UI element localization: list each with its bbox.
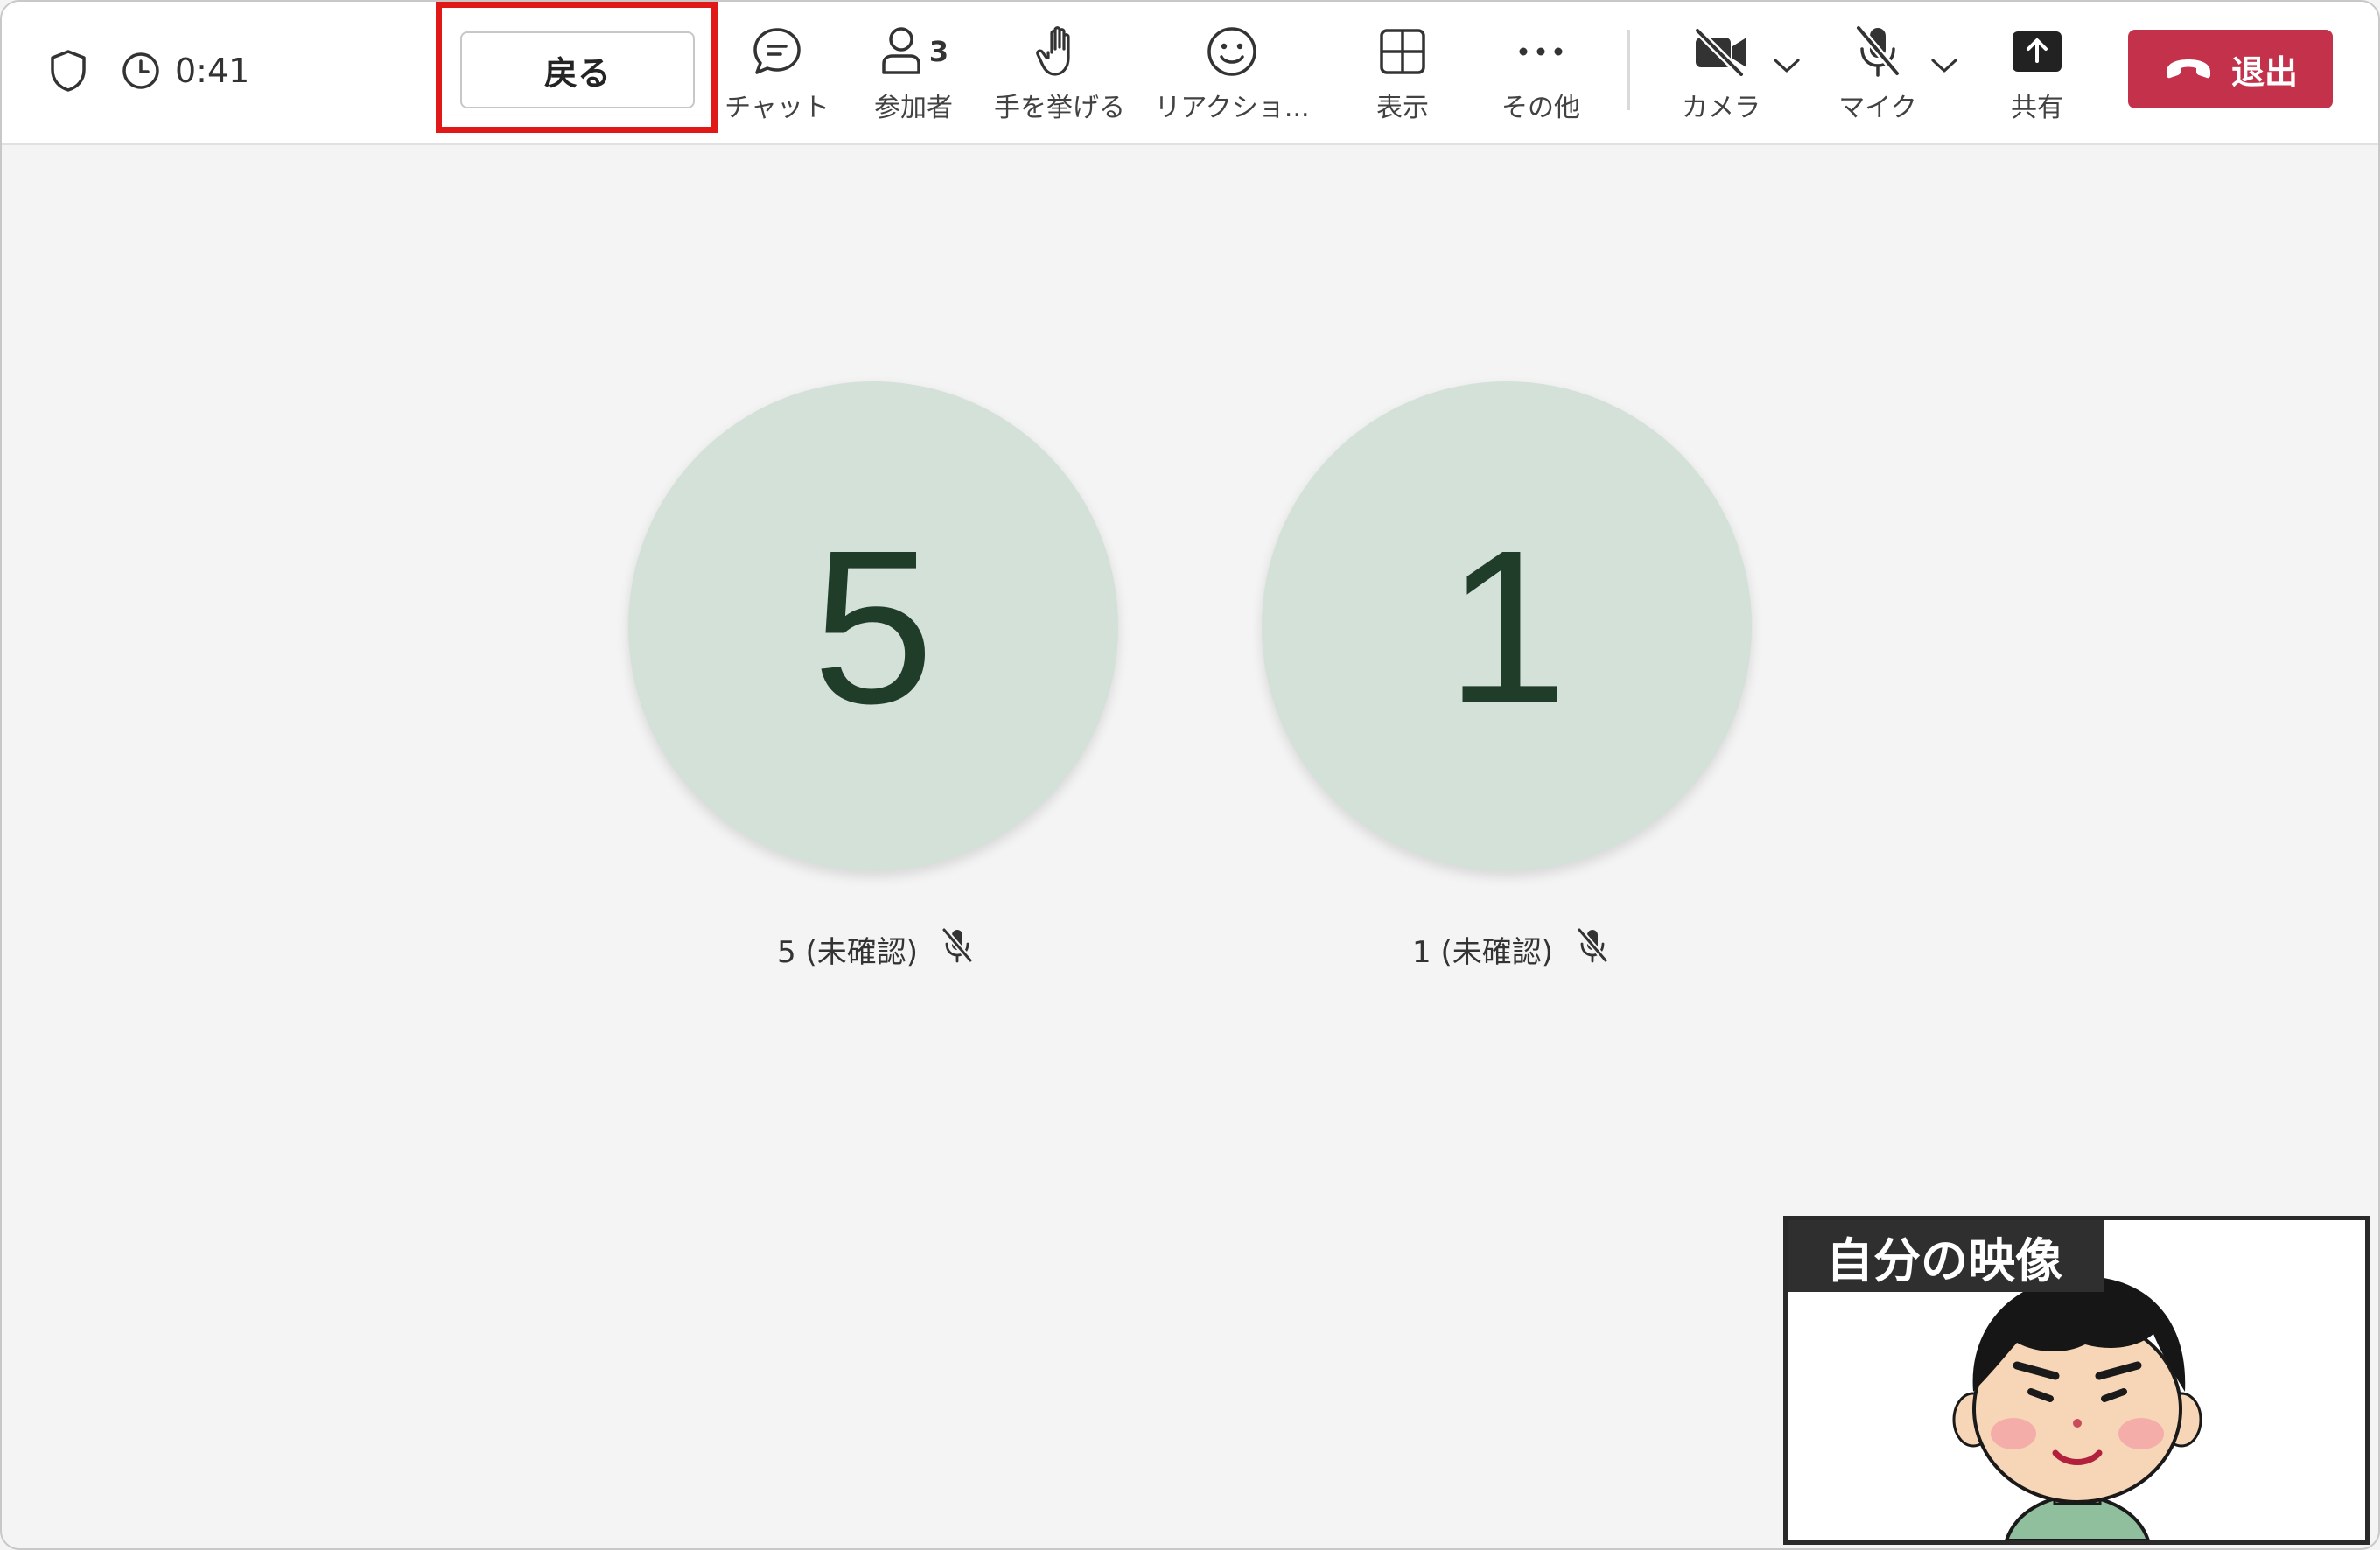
more-icon [1516, 21, 1565, 82]
view-button[interactable]: 表示 [1363, 21, 1442, 126]
participant-initial: 1 [1446, 504, 1568, 749]
mic-label: マイク [1838, 93, 1917, 123]
reactions-button[interactable]: リアクショ... [1153, 21, 1311, 126]
shield-icon[interactable] [49, 49, 88, 93]
leave-button[interactable]: 退出 [2128, 30, 2333, 108]
participant-name-tag: 1 (未確認) [1412, 926, 1609, 972]
mic-button[interactable]: マイク [1832, 21, 1923, 126]
camera-label: カメラ [1682, 93, 1760, 123]
people-icon [878, 24, 924, 80]
chat-label: チャット [724, 93, 830, 123]
camera-options-chevron-down-icon[interactable] [1773, 56, 1801, 79]
self-view-label: 自分の映像 [1788, 1220, 2104, 1292]
chat-button[interactable]: チャット [724, 21, 830, 126]
mic-off-icon [1553, 926, 1609, 972]
chat-icon [750, 21, 804, 82]
camera-button[interactable]: カメラ [1673, 21, 1769, 126]
share-button[interactable]: 共有 [1995, 21, 2079, 126]
participants-button[interactable]: 3 参加者 [868, 21, 959, 126]
grid-icon [1378, 21, 1427, 82]
participant-name: 5 (未確認) [777, 934, 918, 970]
hand-icon [1034, 21, 1085, 82]
meeting-toolbar: 0:41 戻る チャット 3 参加者 手を挙げる リアクショ... 表示 その他… [2, 2, 2378, 145]
participants-count: 3 [928, 35, 949, 68]
more-label: その他 [1502, 93, 1580, 123]
participants-icon-wrap: 3 [878, 21, 948, 82]
emoji-icon [1206, 21, 1258, 82]
self-view-panel[interactable]: 自分の映像 [1783, 1216, 2370, 1545]
mic-off-icon [1853, 21, 1902, 82]
mic-options-chevron-down-icon[interactable] [1930, 56, 1958, 79]
meeting-window: 0:41 戻る チャット 3 参加者 手を挙げる リアクショ... 表示 その他… [0, 0, 2380, 1550]
participant-name-tag: 5 (未確認) [777, 926, 974, 972]
back-button[interactable]: 戻る [460, 31, 695, 108]
participant-avatar[interactable]: 5 [628, 381, 1118, 871]
reactions-label: リアクショ... [1154, 93, 1310, 123]
leave-label: 退出 [2230, 52, 2298, 92]
toolbar-divider [1628, 30, 1630, 110]
camera-off-icon [1692, 21, 1750, 82]
meeting-timer: 0:41 [175, 52, 250, 90]
meeting-info: 0:41 [49, 49, 249, 93]
view-label: 表示 [1376, 93, 1429, 123]
participant-initial: 5 [812, 504, 934, 749]
raise-hand-button[interactable]: 手を挙げる [994, 21, 1125, 126]
clock-icon [121, 51, 161, 91]
hangup-icon [2163, 50, 2214, 88]
participants-label: 参加者 [874, 93, 953, 123]
participant-avatar[interactable]: 1 [1262, 381, 1752, 871]
share-icon [2011, 21, 2063, 82]
mic-off-icon [918, 926, 974, 972]
share-label: 共有 [2011, 93, 2063, 123]
participant-name: 1 (未確認) [1412, 934, 1553, 970]
raise-hand-label: 手を挙げる [994, 93, 1125, 123]
more-button[interactable]: その他 [1493, 21, 1589, 126]
